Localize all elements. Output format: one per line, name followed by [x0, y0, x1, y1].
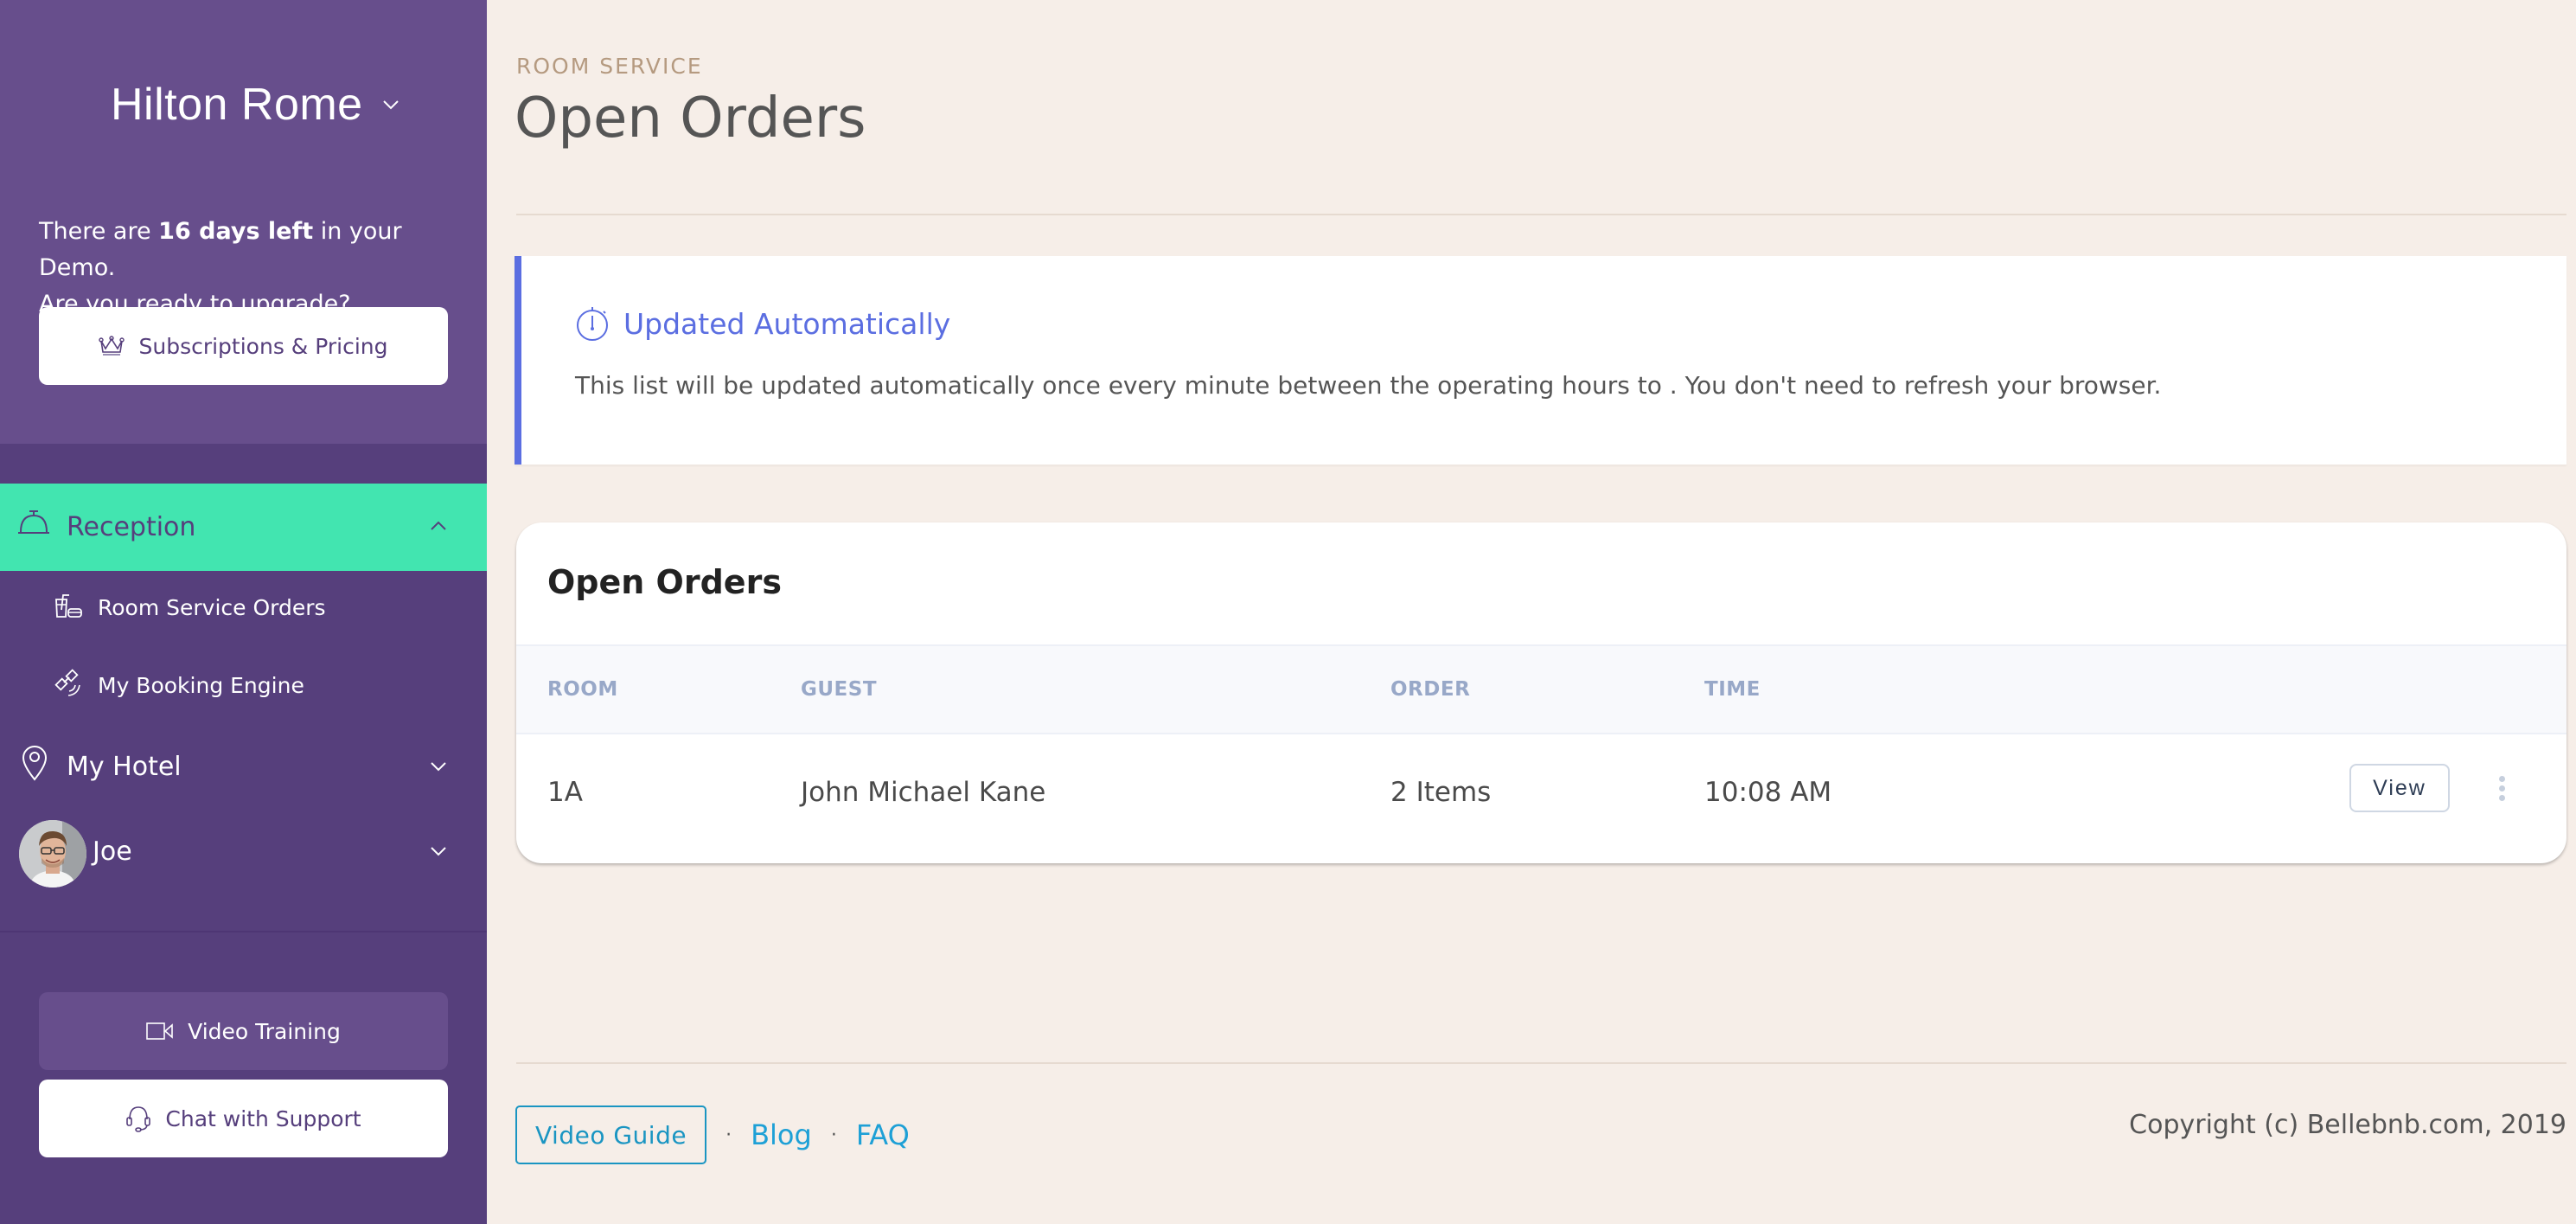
chevron-down-icon [431, 847, 446, 856]
service-bell-icon [17, 506, 50, 544]
open-orders-card: Open Orders ROOM GUEST ORDER TIME 1A Joh… [516, 522, 2566, 863]
column-header-guest[interactable]: GUEST [801, 678, 877, 701]
sidebar-item-room-service-orders-label: Room Service Orders [98, 594, 326, 620]
subscriptions-pricing-label: Subscriptions & Pricing [138, 333, 388, 359]
video-camera-icon [146, 1022, 174, 1041]
cell-order: 2 Items [1390, 777, 1492, 808]
hotel-switcher[interactable]: Hilton Rome [111, 74, 400, 135]
table-header: ROOM GUEST ORDER TIME [516, 644, 2566, 734]
sidebar-item-reception-label: Reception [67, 512, 196, 542]
sidebar-item-reception[interactable]: Reception [0, 484, 487, 571]
stopwatch-icon [575, 304, 610, 343]
footer-divider [516, 1062, 2566, 1064]
auto-update-alert: Updated Automatically This list will be … [515, 256, 2566, 465]
alert-title-text: Updated Automatically [623, 306, 951, 341]
cell-time: 10:08 AM [1704, 777, 1832, 808]
header-divider [516, 214, 2566, 215]
chevron-up-icon [431, 521, 446, 530]
breadcrumb: ROOM SERVICE [516, 54, 703, 79]
sidebar-item-my-hotel-label: My Hotel [67, 751, 182, 782]
chevron-down-icon [431, 762, 446, 772]
video-training-label: Video Training [188, 1018, 341, 1044]
sidebar-item-room-service-orders[interactable]: Room Service Orders [0, 581, 487, 633]
sidebar-item-user[interactable]: Joe [0, 820, 487, 888]
user-name: Joe [93, 836, 132, 867]
headset-icon [125, 1105, 151, 1132]
card-title: Open Orders [547, 563, 782, 601]
chat-with-support-button[interactable]: Chat with Support [39, 1080, 448, 1157]
faq-link[interactable]: FAQ [856, 1118, 910, 1151]
more-options-icon[interactable] [2493, 771, 2510, 805]
copyright: Copyright (c) Bellebnb.com, 2019 [2129, 1110, 2566, 1140]
video-guide-button[interactable]: Video Guide [515, 1105, 707, 1164]
sidebar: Hilton Rome There are 16 days left in yo… [0, 0, 487, 1224]
footer-links: Video Guide · Blog · FAQ [515, 1105, 910, 1164]
sidebar-item-my-hotel[interactable]: My Hotel [0, 736, 487, 797]
table-row[interactable]: 1A John Michael Kane 2 Items 10:08 AM Vi… [516, 734, 2566, 863]
column-header-time[interactable]: TIME [1704, 678, 1761, 701]
alert-title: Updated Automatically [575, 304, 950, 343]
sidebar-divider [0, 931, 487, 932]
view-order-button[interactable]: View [2349, 764, 2450, 812]
blog-link[interactable]: Blog [751, 1118, 812, 1151]
video-training-button[interactable]: Video Training [39, 992, 448, 1070]
drink-food-icon [54, 593, 83, 622]
sidebar-header: Hilton Rome There are 16 days left in yo… [0, 0, 487, 444]
separator: · [830, 1124, 837, 1146]
separator: · [725, 1124, 732, 1146]
crown-icon [99, 336, 125, 356]
cell-guest: John Michael Kane [801, 777, 1046, 808]
sidebar-item-my-booking-engine[interactable]: My Booking Engine [0, 659, 487, 711]
subscriptions-pricing-button[interactable]: Subscriptions & Pricing [39, 307, 448, 385]
column-header-room[interactable]: ROOM [547, 678, 618, 701]
days-left: 16 days left [158, 218, 314, 245]
demo-notice-prefix: There are [39, 218, 159, 245]
column-header-order[interactable]: ORDER [1390, 678, 1470, 701]
chat-with-support-label: Chat with Support [165, 1105, 361, 1131]
hotel-name: Hilton Rome [111, 80, 363, 130]
cell-room: 1A [547, 777, 583, 808]
sidebar-item-my-booking-engine-label: My Booking Engine [98, 672, 304, 698]
avatar [19, 820, 86, 888]
alert-message: This list will be updated automatically … [575, 371, 2162, 400]
chevron-down-icon [382, 100, 399, 110]
page-title: Open Orders [515, 87, 866, 151]
satellite-icon [54, 669, 83, 702]
map-pin-icon [21, 745, 48, 785]
